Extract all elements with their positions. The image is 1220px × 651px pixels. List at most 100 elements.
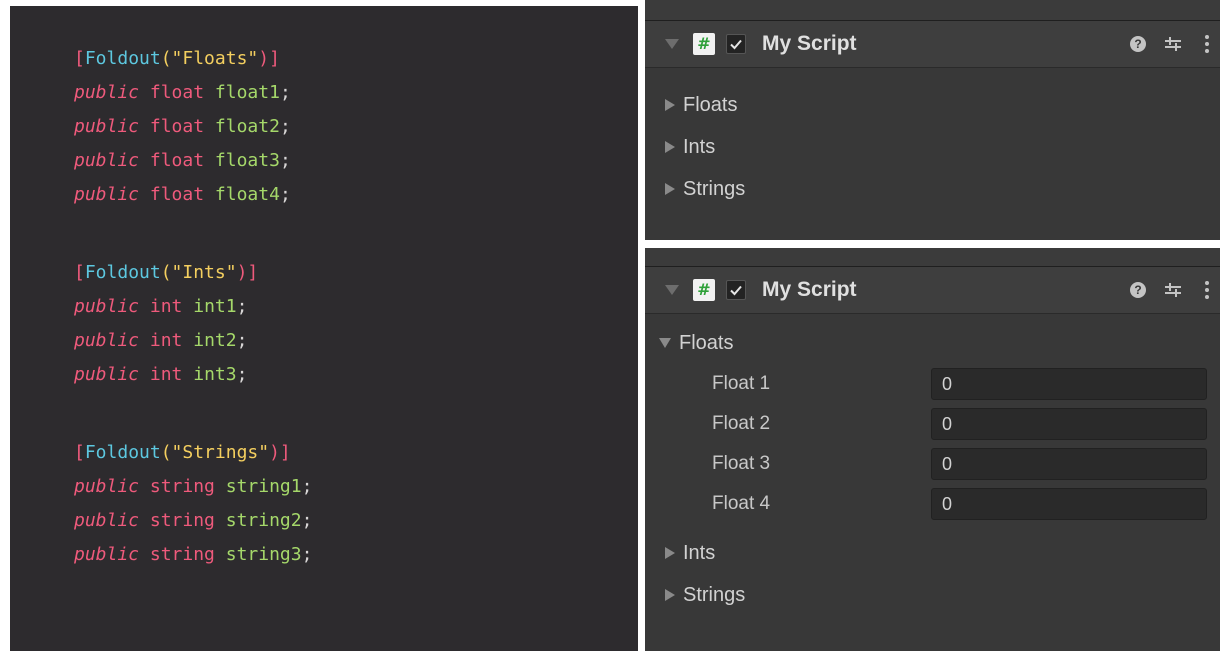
code-type: string — [149, 510, 215, 531]
foldout-floats[interactable]: Floats — [645, 84, 1220, 126]
code-semicolon: ; — [279, 184, 291, 205]
code-field-line: public string string2; — [74, 504, 638, 538]
field-label: Float 2 — [712, 413, 771, 434]
code-field-line: public int int3; — [74, 358, 638, 392]
float-2-input[interactable]: 0 — [931, 408, 1207, 440]
code-field-line: public float float1; — [74, 76, 638, 110]
field-label: Float 3 — [712, 453, 771, 474]
float-3-input[interactable]: 0 — [931, 448, 1207, 480]
code-keyword: public — [74, 116, 140, 137]
code-type: float — [149, 82, 205, 103]
code-attribute-line: [Foldout("Floats")] — [74, 42, 638, 76]
foldout-floats[interactable]: Floats — [645, 322, 1220, 364]
foldout-strings[interactable]: Strings — [645, 574, 1220, 616]
foldout-arrow-icon — [665, 141, 675, 153]
code-bracket: [ — [74, 48, 85, 69]
code-semicolon: ; — [236, 296, 248, 317]
more-options-icon[interactable] — [1204, 35, 1210, 53]
component-header[interactable]: # My Script ? — [645, 21, 1220, 68]
foldout-arrow-icon — [665, 589, 675, 601]
code-identifier: int2 — [193, 330, 237, 351]
code-keyword: public — [74, 184, 140, 205]
collapse-arrow-icon[interactable] — [665, 39, 679, 49]
checkmark-icon — [730, 285, 742, 296]
enabled-checkbox[interactable] — [726, 280, 746, 300]
code-type: float — [149, 150, 205, 171]
code-string: "Ints" — [171, 262, 237, 283]
field-label: Float 4 — [712, 493, 771, 514]
code-field-line: public string string3; — [74, 538, 638, 572]
code-identifier: float1 — [214, 82, 280, 103]
foldout-ints[interactable]: Ints — [645, 126, 1220, 168]
code-field-line: public string string1; — [74, 470, 638, 504]
code-identifier: string2 — [225, 510, 302, 531]
hash-glyph: # — [697, 280, 711, 299]
code-keyword: public — [74, 544, 140, 565]
code-type: float — [149, 116, 205, 137]
code-attribute-line: [Foldout("Ints")] — [74, 256, 638, 290]
code-type: string — [149, 544, 215, 565]
code-type: int — [149, 296, 183, 317]
float-field-row: Float 3 0 — [645, 444, 1220, 484]
foldout-ints[interactable]: Ints — [645, 532, 1220, 574]
float-1-input[interactable]: 0 — [931, 368, 1207, 400]
foldout-label: Floats — [683, 93, 738, 116]
code-identifier: string3 — [225, 544, 302, 565]
float-field-row: Float 1 0 — [645, 364, 1220, 404]
code-semicolon: ; — [236, 364, 248, 385]
script-icon: # — [693, 279, 715, 301]
code-type: string — [149, 476, 215, 497]
code-type: float — [149, 184, 205, 205]
code-identifier: float4 — [214, 184, 280, 205]
code-attribute-line: [Foldout("Strings")] — [74, 436, 638, 470]
more-options-icon[interactable] — [1204, 281, 1210, 299]
inspector-expanded: # My Script ? Floats Float 1 0 Float 2 0… — [645, 248, 1220, 651]
code-identifier: float3 — [214, 150, 280, 171]
float-4-input[interactable]: 0 — [931, 488, 1207, 520]
code-field-line: public int int1; — [74, 290, 638, 324]
component-title: My Script — [762, 278, 857, 301]
code-field-line: public float float4; — [74, 178, 638, 212]
script-icon: # — [693, 33, 715, 55]
code-string: "Floats" — [171, 48, 259, 69]
code-bracket: )] — [258, 48, 280, 69]
code-identifier: float2 — [214, 116, 280, 137]
inspector-top-strip — [645, 248, 1220, 267]
code-identifier: int1 — [193, 296, 237, 317]
foldout-label: Ints — [683, 135, 716, 158]
foldout-strings[interactable]: Strings — [645, 168, 1220, 210]
code-semicolon: ; — [236, 330, 248, 351]
enabled-checkbox[interactable] — [726, 34, 746, 54]
header-icons: ? — [1130, 21, 1210, 67]
code-bracket: [ — [74, 442, 85, 463]
inspector-top-strip — [645, 0, 1220, 21]
foldout-label: Ints — [683, 541, 716, 564]
collapse-arrow-icon[interactable] — [665, 285, 679, 295]
component-title: My Script — [762, 32, 857, 55]
header-icons: ? — [1130, 267, 1210, 313]
code-keyword: public — [74, 82, 140, 103]
hash-glyph: # — [697, 34, 711, 53]
foldout-list: Floats Ints Strings — [645, 68, 1220, 210]
preset-icon[interactable] — [1164, 281, 1182, 299]
preset-icon[interactable] — [1164, 35, 1182, 53]
code-keyword: public — [74, 150, 140, 171]
code-keyword: public — [74, 510, 140, 531]
code-bracket: )] — [236, 262, 259, 283]
component-header[interactable]: # My Script ? — [645, 267, 1220, 314]
help-icon[interactable]: ? — [1130, 36, 1146, 52]
code-type: int — [149, 364, 183, 385]
inspector-collapsed: # My Script ? Floats Ints Strings — [645, 0, 1220, 240]
help-icon[interactable]: ? — [1130, 282, 1146, 298]
code-keyword: public — [74, 476, 140, 497]
code-identifier: string1 — [225, 476, 302, 497]
code-attribute-name: Foldout — [84, 48, 161, 69]
code-semicolon: ; — [279, 150, 291, 171]
code-attribute-name: Foldout — [84, 442, 161, 463]
float-field-row: Float 2 0 — [645, 404, 1220, 444]
foldout-label: Strings — [683, 177, 746, 200]
code-semicolon: ; — [301, 544, 313, 565]
code-field-line: public int int2; — [74, 324, 638, 358]
